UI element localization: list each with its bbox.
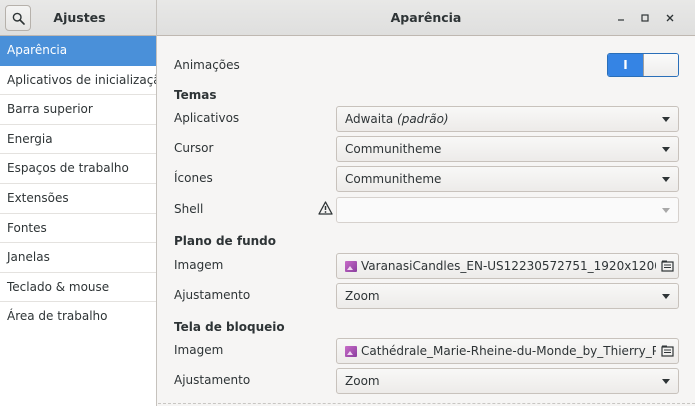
close-icon bbox=[666, 14, 674, 22]
background-image-filename: VaranasiCandles_EN-US12230572751_1920x12… bbox=[361, 259, 656, 273]
header-bar: Ajustes Aparência bbox=[0, 0, 695, 36]
animations-row: Animações I bbox=[174, 53, 679, 79]
lock-screen-image-row: Imagem Cathédrale_Marie-Rheine-du-Monde_… bbox=[174, 338, 679, 364]
sidebar-item-janelas[interactable]: Janelas bbox=[0, 243, 156, 273]
sidebar-item-aplicativos-inicializacao[interactable]: Aplicativos de inicialização bbox=[0, 66, 156, 96]
lock-screen-adjustment-label: Ajustamento bbox=[174, 373, 251, 387]
shell-theme-row: Shell bbox=[174, 197, 679, 223]
switch-knob bbox=[643, 54, 678, 76]
applications-theme-default-note: (padrão) bbox=[397, 112, 449, 126]
lock-screen-adjustment-dropdown[interactable]: Zoom bbox=[336, 368, 679, 394]
sidebar-item-energia[interactable]: Energia bbox=[0, 125, 156, 155]
sidebar-item-barra-superior[interactable]: Barra superior bbox=[0, 95, 156, 125]
appearance-panel: Animações I Temas Aplicativos Adwaita (p… bbox=[158, 36, 695, 406]
minimize-icon bbox=[618, 19, 624, 21]
lock-screen-image-filename: Cathédrale_Marie-Rheine-du-Monde_by_Thie… bbox=[361, 344, 656, 358]
icons-theme-value: Communitheme bbox=[345, 172, 442, 186]
sidebar-item-aparencia[interactable]: Aparência bbox=[0, 36, 156, 66]
icons-theme-row: Ícones Communitheme bbox=[174, 166, 679, 192]
lock-screen-adjustment-value: Zoom bbox=[345, 374, 380, 388]
document-open-icon bbox=[656, 345, 678, 357]
animations-label: Animações bbox=[174, 58, 240, 72]
chevron-down-icon bbox=[662, 147, 670, 152]
chevron-down-icon bbox=[662, 294, 670, 299]
content-header: Aparência bbox=[157, 0, 695, 36]
icons-theme-dropdown[interactable]: Communitheme bbox=[336, 166, 679, 192]
image-file-icon bbox=[345, 345, 357, 357]
image-file-icon bbox=[345, 260, 357, 272]
maximize-button[interactable] bbox=[636, 9, 654, 27]
applications-theme-label: Aplicativos bbox=[174, 111, 240, 125]
chevron-down-icon bbox=[662, 379, 670, 384]
switch-on-indicator: I bbox=[608, 54, 643, 76]
applications-theme-value: Adwaita bbox=[345, 112, 394, 126]
background-adjustment-label: Ajustamento bbox=[174, 288, 251, 302]
document-open-icon bbox=[656, 260, 678, 272]
sidebar-item-teclado-mouse[interactable]: Teclado & mouse bbox=[0, 273, 156, 303]
shell-theme-label: Shell bbox=[174, 202, 204, 216]
background-heading: Plano de fundo bbox=[174, 234, 277, 248]
sidebar-item-area-trabalho[interactable]: Área de trabalho bbox=[0, 302, 156, 332]
background-adjustment-value: Zoom bbox=[345, 289, 380, 303]
lock-screen-adjustment-row: Ajustamento Zoom bbox=[174, 368, 679, 394]
minimize-button[interactable] bbox=[612, 9, 630, 27]
sidebar-header: Ajustes bbox=[0, 0, 157, 36]
background-adjustment-dropdown[interactable]: Zoom bbox=[336, 283, 679, 309]
background-image-row: Imagem VaranasiCandles_EN-US12230572751_… bbox=[174, 253, 679, 279]
lock-screen-heading: Tela de bloqueio bbox=[174, 320, 285, 334]
background-image-label: Imagem bbox=[174, 258, 224, 272]
tweaks-window: Ajustes Aparência Aparência Aplicativos … bbox=[0, 0, 695, 406]
warning-icon bbox=[318, 201, 333, 218]
cursor-theme-label: Cursor bbox=[174, 141, 214, 155]
sidebar-item-espacos-trabalho[interactable]: Espaços de trabalho bbox=[0, 154, 156, 184]
applications-theme-dropdown[interactable]: Adwaita (padrão) bbox=[336, 106, 679, 132]
sidebar-item-fontes[interactable]: Fontes bbox=[0, 214, 156, 244]
maximize-icon bbox=[641, 14, 649, 22]
close-button[interactable] bbox=[661, 9, 679, 27]
chevron-down-icon bbox=[662, 117, 670, 122]
lock-screen-image-chooser[interactable]: Cathédrale_Marie-Rheine-du-Monde_by_Thie… bbox=[336, 338, 679, 364]
cursor-theme-value: Communitheme bbox=[345, 142, 442, 156]
icons-theme-label: Ícones bbox=[174, 171, 213, 185]
shell-theme-dropdown[interactable] bbox=[336, 197, 679, 223]
cursor-theme-row: Cursor Communitheme bbox=[174, 136, 679, 162]
chevron-down-icon bbox=[662, 208, 670, 213]
chevron-down-icon bbox=[662, 177, 670, 182]
sidebar-title: Ajustes bbox=[53, 10, 106, 25]
applications-theme-row: Aplicativos Adwaita (padrão) bbox=[174, 106, 679, 132]
cursor-theme-dropdown[interactable]: Communitheme bbox=[336, 136, 679, 162]
background-image-chooser[interactable]: VaranasiCandles_EN-US12230572751_1920x12… bbox=[336, 253, 679, 279]
background-adjustment-row: Ajustamento Zoom bbox=[174, 283, 679, 309]
sidebar-item-extensoes[interactable]: Extensões bbox=[0, 184, 156, 214]
sidebar: Aparência Aplicativos de inicialização B… bbox=[0, 36, 157, 406]
lock-screen-image-label: Imagem bbox=[174, 343, 224, 357]
themes-heading: Temas bbox=[174, 88, 217, 102]
animations-switch[interactable]: I bbox=[607, 53, 679, 77]
